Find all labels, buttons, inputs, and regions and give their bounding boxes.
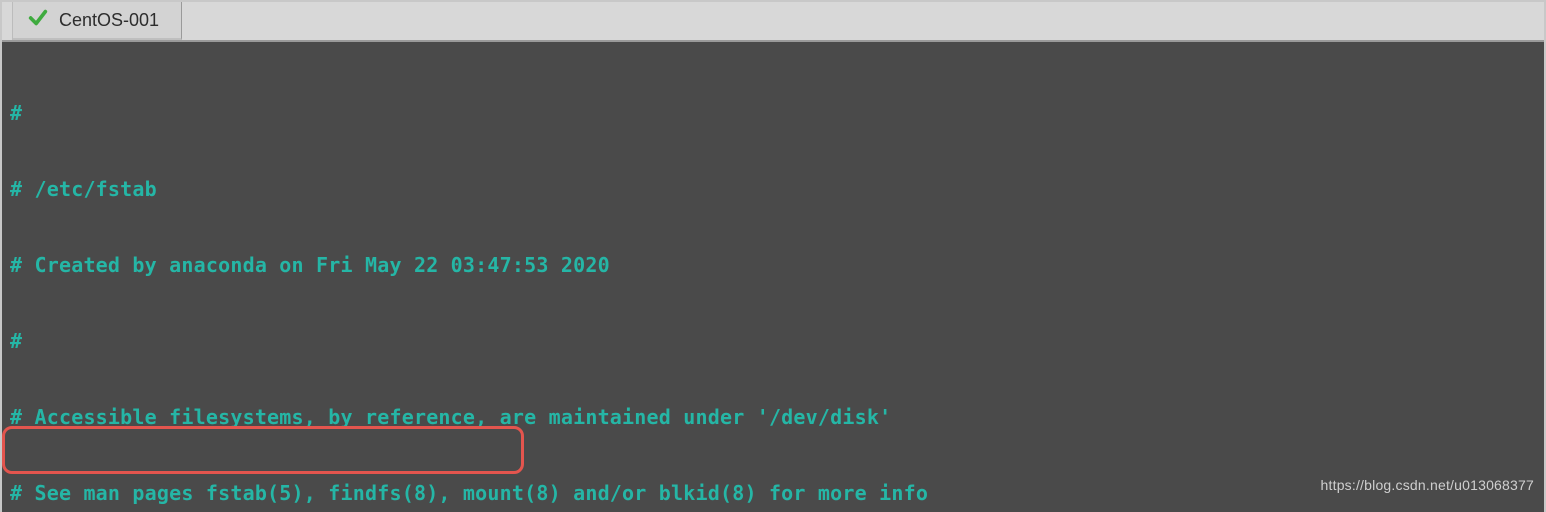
tab-bar: CentOS-001 [2, 2, 1544, 42]
tab-centos-001[interactable]: CentOS-001 [13, 2, 182, 40]
fstab-comment: # See man pages fstab(5), findfs(8), mou… [10, 474, 1536, 512]
fstab-comment: # /etc/fstab [10, 170, 1536, 208]
check-icon [27, 7, 49, 33]
fstab-comment: # Accessible filesystems, by reference, … [10, 398, 1536, 436]
tab-label: CentOS-001 [59, 10, 159, 31]
terminal-window: CentOS-001 # # /etc/fstab # Created by a… [0, 0, 1546, 512]
fstab-comment: # [10, 322, 1536, 360]
fstab-comment: # Created by anaconda on Fri May 22 03:4… [10, 246, 1536, 284]
tab-spacer [2, 2, 13, 40]
watermark-text: https://blog.csdn.net/u013068377 [1321, 466, 1534, 504]
fstab-comment: # [10, 94, 1536, 132]
terminal-viewport[interactable]: # # /etc/fstab # Created by anaconda on … [2, 42, 1544, 512]
